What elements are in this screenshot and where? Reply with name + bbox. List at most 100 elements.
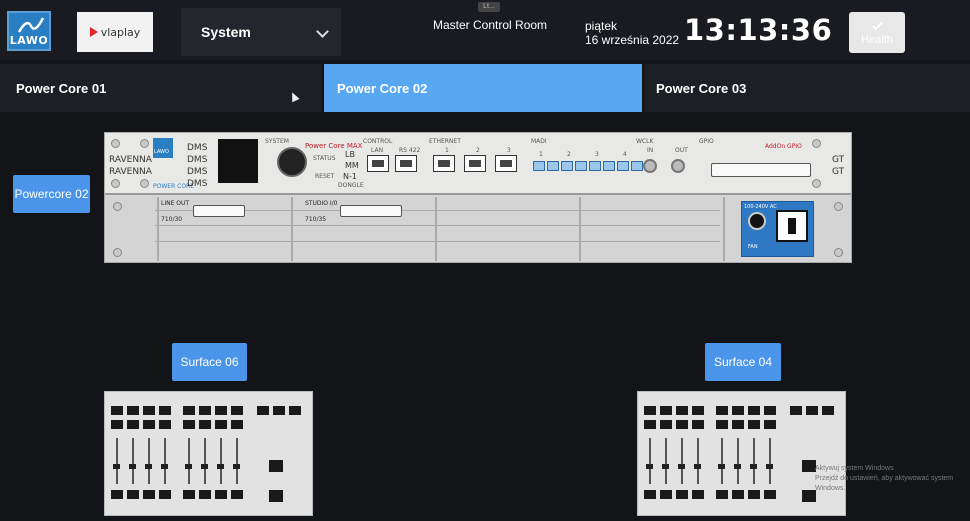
control-button xyxy=(269,490,283,502)
dms-label: DMS xyxy=(187,179,208,189)
screw-icon xyxy=(812,139,821,148)
channel-button xyxy=(716,420,728,429)
lawo-swoosh-icon xyxy=(17,17,45,33)
fader-cap xyxy=(678,464,685,469)
channel-fader xyxy=(769,438,771,484)
fader-cap xyxy=(185,464,192,469)
tab-power-core-03[interactable]: Power Core 03 xyxy=(644,64,970,112)
rs422-port[interactable] xyxy=(395,155,417,172)
ethernet-port-2[interactable] xyxy=(464,155,486,172)
fader-cap xyxy=(766,464,773,469)
channel-fader xyxy=(649,438,651,484)
ethernet-label: ETHERNET xyxy=(429,138,461,145)
slot-divider xyxy=(291,197,293,261)
power-core-rack[interactable]: RAVENNA RAVENNA LAWO POWER CORE DMS DMS … xyxy=(104,132,852,263)
wclk-in-port[interactable] xyxy=(643,159,657,173)
clock: 13:13:36 xyxy=(684,13,833,47)
fader-cap xyxy=(161,464,168,469)
wclk-out-label: OUT xyxy=(675,147,688,154)
psu-voltage-label: 100-240V AC xyxy=(744,204,777,210)
slot-divider xyxy=(155,225,720,239)
channel-button xyxy=(748,406,760,415)
magnifier-icon: Lt... xyxy=(478,2,500,12)
channel-button xyxy=(644,420,656,429)
windows-activation-watermark: Aktywuj system Windows Przejdź do ustawi… xyxy=(815,464,970,494)
power-socket[interactable] xyxy=(776,210,808,242)
studio-io-connector[interactable] xyxy=(340,205,402,217)
channel-button xyxy=(199,420,211,429)
tab-power-core-02[interactable]: Power Core 02 xyxy=(324,64,642,112)
surface-06-image[interactable] xyxy=(104,391,313,516)
fader-cap xyxy=(646,464,653,469)
system-dropdown-value: System xyxy=(201,24,251,40)
channel-button xyxy=(183,490,195,499)
channel-fader xyxy=(148,438,150,484)
n1-label: N-1 xyxy=(343,172,357,181)
studio-io-code: 710/35 xyxy=(305,216,327,223)
channel-fader xyxy=(188,438,190,484)
health-label: Health xyxy=(861,33,893,46)
wclk-out-port[interactable] xyxy=(671,159,685,173)
madi-port[interactable] xyxy=(603,161,615,171)
rack-io-cards: LINE OUT 710/30 STUDIO I/0 710/35 100-24… xyxy=(105,196,851,262)
madi-port[interactable] xyxy=(561,161,573,171)
channel-button xyxy=(111,420,123,429)
wclk-in-label: IN xyxy=(647,147,654,154)
rack-front-panel: RAVENNA RAVENNA LAWO POWER CORE DMS DMS … xyxy=(105,133,851,195)
channel-button xyxy=(748,420,760,429)
psu-fan-label: FAN xyxy=(748,244,758,250)
gt-label: GT xyxy=(832,155,845,165)
channel-button xyxy=(692,490,704,499)
studio-io-label: STUDIO I/0 xyxy=(305,200,338,207)
channel-button xyxy=(231,420,243,429)
ethernet-port-1[interactable] xyxy=(433,155,455,172)
channel-button xyxy=(199,490,211,499)
health-button[interactable]: Health xyxy=(849,12,905,53)
lan-port[interactable] xyxy=(367,155,389,172)
channel-button xyxy=(732,420,744,429)
watermark-line-1: Aktywuj system Windows xyxy=(815,465,894,472)
channel-button xyxy=(231,490,243,499)
fader-cap xyxy=(129,464,136,469)
gpio-port[interactable] xyxy=(711,163,811,177)
reset-label: RESET xyxy=(315,173,335,180)
tab-label: Power Core 02 xyxy=(337,80,428,96)
channel-button xyxy=(716,406,728,415)
surface-04-image[interactable] xyxy=(637,391,846,516)
screw-icon xyxy=(111,139,120,148)
lb-label: LB xyxy=(345,150,355,159)
lawo-rack-logo: LAWO xyxy=(153,138,173,158)
madi-port[interactable] xyxy=(547,161,559,171)
channel-button xyxy=(143,490,155,499)
ethernet-port-label: 1 xyxy=(445,147,449,154)
powercore-02-button[interactable]: Powercore 02 xyxy=(13,175,90,213)
surface-06-button[interactable]: Surface 06 xyxy=(172,343,247,381)
control-button xyxy=(802,490,816,502)
rs422-port-label: RS 422 xyxy=(399,147,421,154)
fader-cap xyxy=(734,464,741,469)
surface-04-button[interactable]: Surface 04 xyxy=(705,343,781,381)
system-knob[interactable] xyxy=(277,147,307,177)
channel-fader xyxy=(681,438,683,484)
channel-fader xyxy=(737,438,739,484)
dms-label: DMS xyxy=(187,167,208,177)
tab-power-core-01[interactable]: Power Core 01 xyxy=(0,64,322,112)
channel-fader xyxy=(164,438,166,484)
line-out-connector[interactable] xyxy=(193,205,245,217)
ethernet-port-3[interactable] xyxy=(495,155,517,172)
channel-button xyxy=(660,406,672,415)
channel-button xyxy=(215,420,227,429)
screw-icon xyxy=(113,202,122,211)
madi-port[interactable] xyxy=(589,161,601,171)
madi-port[interactable] xyxy=(631,161,643,171)
slot-divider xyxy=(157,197,159,261)
madi-port[interactable] xyxy=(617,161,629,171)
channel-button xyxy=(822,406,834,415)
ethernet-port-label: 2 xyxy=(476,147,480,154)
chevron-down-icon xyxy=(316,25,329,38)
wclk-label: WCLK xyxy=(636,138,654,145)
mm-label: MM xyxy=(345,161,359,170)
madi-port[interactable] xyxy=(533,161,545,171)
system-dropdown[interactable]: System xyxy=(181,8,341,56)
madi-port[interactable] xyxy=(575,161,587,171)
